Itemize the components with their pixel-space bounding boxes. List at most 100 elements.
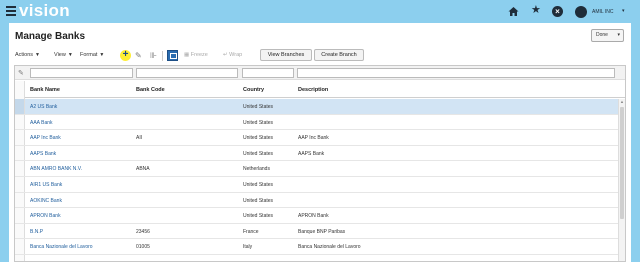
- bank-name-link[interactable]: AOKINC Bank: [30, 198, 62, 204]
- column-header-bank-name[interactable]: Bank Name: [30, 87, 60, 93]
- wrap-button[interactable]: ↵ Wrap: [223, 52, 242, 58]
- view-label: View: [54, 52, 66, 58]
- format-menu[interactable]: Format ▼: [80, 52, 104, 58]
- bank-name-link[interactable]: AAPS Bank: [30, 151, 56, 157]
- country: Netherlands: [243, 166, 270, 173]
- home-icon[interactable]: [508, 6, 519, 17]
- scroll-up-icon[interactable]: ▲: [620, 99, 624, 104]
- row-selector[interactable]: [15, 161, 25, 176]
- bank-code: ABNA: [136, 166, 150, 173]
- description: AAPS Bank: [298, 150, 325, 157]
- bank-name-link[interactable]: B.N.P: [30, 229, 43, 235]
- bank-name-link[interactable]: Banca Nazionale del Lavoro: [30, 244, 93, 250]
- row-selector[interactable]: [15, 130, 25, 145]
- description: Banque BNP Paribas: [298, 228, 346, 235]
- bank-name-link[interactable]: A2 US Bank: [30, 104, 57, 110]
- filter-bank-code-input[interactable]: [136, 68, 238, 78]
- country: United States: [243, 119, 274, 126]
- columns-icon[interactable]: ⊪: [150, 51, 157, 60]
- star-icon[interactable]: ★: [531, 5, 542, 16]
- table-body: A2 US Bank United States AAA Bank United…: [15, 99, 625, 255]
- filter-pencil-icon[interactable]: ✎: [18, 69, 24, 77]
- country: United States: [243, 197, 274, 204]
- table-row[interactable]: A2 US Bank United States: [15, 99, 625, 115]
- row-selector[interactable]: [15, 99, 25, 114]
- table-row[interactable]: B.N.P 23456 France Banque BNP Paribas: [15, 223, 625, 240]
- bank-name-link[interactable]: AIR1 US Bank: [30, 182, 62, 188]
- bank-code: AII: [136, 135, 143, 142]
- bank-code: 01005: [136, 244, 150, 251]
- country: United States: [243, 135, 274, 142]
- row-selector[interactable]: [15, 208, 25, 223]
- table-row[interactable]: AAPS Bank United States AAPS Bank: [15, 145, 625, 162]
- add-icon[interactable]: +: [120, 50, 131, 61]
- row-selector[interactable]: [15, 176, 25, 192]
- country: Italy: [243, 244, 253, 251]
- app-header: vision ★ × AMIL INC ▾: [0, 0, 640, 23]
- bank-name-link[interactable]: AAP Inc Bank: [30, 135, 61, 141]
- table-row[interactable]: ABN AMRO BANK N.V. ABNA Netherlands: [15, 161, 625, 177]
- query-by-example-row: ✎: [15, 66, 625, 80]
- table-row[interactable]: APRON Bank United States APRON Bank: [15, 208, 625, 224]
- done-button[interactable]: Done ▾: [591, 29, 624, 42]
- caret-down-icon: ▼: [35, 52, 40, 58]
- format-label: Format: [80, 52, 98, 58]
- detach-icon[interactable]: [167, 50, 178, 61]
- scrollbar-thumb[interactable]: [620, 107, 624, 219]
- column-header-bank-code[interactable]: Bank Code: [136, 87, 165, 93]
- freeze-button[interactable]: ▦ Freeze: [184, 52, 208, 58]
- view-menu[interactable]: View ▼: [54, 52, 73, 58]
- user-avatar-icon[interactable]: [575, 6, 587, 18]
- column-header-country[interactable]: Country: [243, 87, 264, 93]
- create-branch-button[interactable]: Create Branch: [314, 49, 364, 61]
- column-header-description[interactable]: Description: [298, 87, 328, 93]
- description: AAP Inc Bank: [298, 135, 329, 142]
- table-row[interactable]: AAA Bank United States: [15, 114, 625, 131]
- country: United States: [243, 104, 274, 110]
- main-panel: Manage Banks Done ▾ Actions ▼ View ▼ Forma…: [9, 23, 631, 262]
- table-row[interactable]: AOKINC Bank United States: [15, 192, 625, 209]
- table-row[interactable]: Banca Nazionale del Lavoro 01005 Italy B…: [15, 239, 625, 255]
- user-name[interactable]: AMIL INC: [592, 9, 613, 15]
- wrap-label: Wrap: [229, 52, 243, 58]
- view-branches-button[interactable]: View Branches: [260, 49, 312, 61]
- country: France: [243, 228, 259, 235]
- chevron-down-icon[interactable]: ▾: [622, 8, 625, 14]
- actions-label: Actions: [15, 52, 34, 58]
- row-selector[interactable]: [15, 239, 25, 254]
- table-row[interactable]: AAP Inc Bank AII United States AAP Inc B…: [15, 130, 625, 146]
- country: United States: [243, 213, 274, 220]
- description: APRON Bank: [298, 213, 329, 220]
- actions-menu[interactable]: Actions ▼: [15, 52, 40, 58]
- caret-down-icon: ▼: [99, 52, 105, 58]
- freeze-label: Freeze: [190, 52, 208, 58]
- vertical-scrollbar[interactable]: ▲: [618, 99, 625, 261]
- done-label: Done: [596, 32, 608, 38]
- table-header: Bank Name Bank Code Country Description: [15, 81, 625, 98]
- filter-bank-name-input[interactable]: [30, 68, 133, 78]
- bank-code: 23456: [136, 228, 150, 235]
- menu-icon[interactable]: [6, 6, 16, 16]
- page-title: Manage Banks: [15, 31, 86, 42]
- close-icon[interactable]: ×: [552, 6, 563, 17]
- country: United States: [243, 150, 274, 157]
- row-selector[interactable]: [15, 145, 25, 161]
- brand-logo[interactable]: vision: [19, 1, 70, 21]
- table-row[interactable]: AIR1 US Bank United States: [15, 176, 625, 193]
- edit-pencil-icon[interactable]: ✎: [135, 51, 142, 60]
- description: Banca Nazionale del Lavoro: [298, 244, 361, 251]
- row-selector[interactable]: [15, 223, 25, 239]
- caret-down-icon: ▼: [67, 52, 73, 58]
- bank-name-link[interactable]: AAA Bank: [30, 120, 53, 126]
- bank-name-link[interactable]: APRON Bank: [30, 213, 61, 219]
- wrap-icon: ↵: [223, 52, 228, 58]
- country: United States: [243, 181, 274, 188]
- row-selector[interactable]: [15, 192, 25, 208]
- filter-description-input[interactable]: [297, 68, 615, 78]
- chevron-down-icon[interactable]: ▾: [617, 30, 620, 41]
- toolbar-divider: [162, 51, 163, 61]
- row-selector[interactable]: [15, 114, 25, 130]
- freeze-icon: ▦: [184, 52, 190, 58]
- bank-name-link[interactable]: ABN AMRO BANK N.V.: [30, 166, 82, 172]
- filter-country-input[interactable]: [242, 68, 294, 78]
